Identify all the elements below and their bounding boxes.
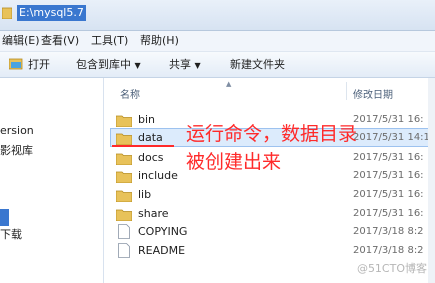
annotation-line2: 被创建出来 xyxy=(186,151,282,173)
chevron-down-icon: ▼ xyxy=(134,61,141,70)
file-date: 2017/3/18 8:2 xyxy=(353,226,424,237)
navigation-pane xyxy=(0,78,104,283)
file-name: COPYING xyxy=(138,225,188,238)
file-date: 2017/5/31 14:1 xyxy=(353,132,430,143)
column-date-header[interactable]: 修改日期 xyxy=(353,86,393,101)
folder-icon xyxy=(116,209,132,221)
folder-icon xyxy=(116,115,132,127)
file-date: 2017/5/31 16: xyxy=(353,152,424,163)
file-name: include xyxy=(138,169,178,182)
file-date: 2017/5/31 16: xyxy=(353,208,424,219)
nav-item[interactable]: 影视库 xyxy=(0,144,33,158)
annotation-underline xyxy=(112,145,174,147)
sort-up-icon: ▲ xyxy=(226,80,232,88)
file-name: README xyxy=(138,244,186,257)
watermark: @51CTO博客 xyxy=(356,262,427,275)
folder-icon xyxy=(116,153,132,165)
new-folder-button[interactable]: 新建文件夹 xyxy=(230,58,285,72)
file-name: lib xyxy=(138,188,152,201)
share-button[interactable]: 共享 ▼ xyxy=(169,58,201,73)
include-library-label: 包含到库中 xyxy=(76,58,131,71)
file-name: data xyxy=(138,131,163,144)
share-label: 共享 xyxy=(169,58,191,71)
toolbar xyxy=(0,52,435,78)
folder-icon xyxy=(116,190,132,202)
file-date: 2017/5/31 16: xyxy=(353,114,424,125)
open-icon xyxy=(9,58,23,70)
nav-item[interactable]: ersion xyxy=(0,124,34,138)
file-name: docs xyxy=(138,151,164,164)
file-date: 2017/3/18 8:2 xyxy=(353,245,424,256)
nav-item[interactable]: 下载 xyxy=(0,228,22,242)
folder-icon xyxy=(2,7,12,19)
file-name: bin xyxy=(138,113,156,126)
file-name: share xyxy=(138,207,169,220)
folder-icon xyxy=(116,171,132,183)
annotation-line1: 运行命令，数据目录 xyxy=(186,123,358,145)
address-path[interactable]: E:\mysql5.7 xyxy=(17,5,86,21)
nav-selection[interactable] xyxy=(0,209,9,226)
open-button[interactable]: 打开 xyxy=(28,58,50,72)
menu-help[interactable]: 帮助(H) xyxy=(140,34,179,48)
file-icon xyxy=(118,224,130,239)
column-divider[interactable] xyxy=(346,82,347,100)
column-name-header[interactable]: 名称 xyxy=(120,86,140,101)
scrollbar[interactable] xyxy=(428,78,435,283)
menu-edit[interactable]: 编辑(E) xyxy=(2,34,40,48)
include-library-button[interactable]: 包含到库中 ▼ xyxy=(76,58,141,73)
menu-tools[interactable]: 工具(T) xyxy=(91,34,128,48)
file-date: 2017/5/31 16: xyxy=(353,170,424,181)
file-date: 2017/5/31 16: xyxy=(353,189,424,200)
file-icon xyxy=(118,243,130,258)
folder-icon xyxy=(116,133,132,145)
menu-view[interactable]: 查看(V) xyxy=(41,34,79,48)
chevron-down-icon: ▼ xyxy=(194,61,201,70)
